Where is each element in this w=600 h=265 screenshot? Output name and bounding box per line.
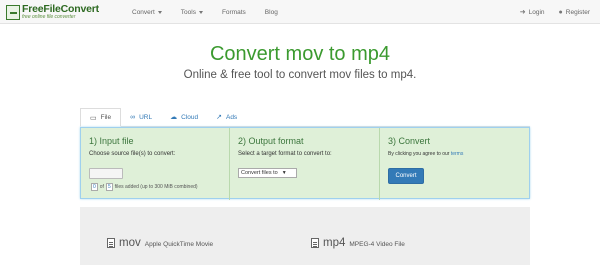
convert-button[interactable]: Convert	[388, 168, 424, 184]
source-format-ext: mov	[119, 237, 141, 249]
register-label: Register	[565, 8, 590, 16]
tab-ads-label: Ads	[225, 113, 238, 121]
source-format-desc: Apple QuickTime Movie	[144, 241, 214, 248]
output-format-value: Convert files to	[241, 170, 278, 176]
nav-blog-link[interactable]: Blog	[265, 9, 278, 16]
terms-link[interactable]: terms	[451, 151, 464, 157]
format-info-section: mov Apple QuickTime Movie mp4 MPEG-4 Vid…	[80, 207, 530, 265]
chevron-down-icon	[198, 10, 203, 14]
source-tabs: ▭ File ∞ URL ☁ Cloud ↗ Ads	[80, 108, 530, 127]
tab-file[interactable]: ▭ File	[80, 108, 122, 127]
dropdown-arrow-icon: ▼	[281, 170, 287, 176]
file-icon	[311, 238, 319, 248]
login-link[interactable]: ➜ Login	[519, 8, 545, 17]
site-logo[interactable]: FreeFileConvert free online file convert…	[6, 2, 99, 22]
file-chooser-button[interactable]	[89, 168, 123, 179]
logo-name: FreeFileConvert	[22, 2, 99, 15]
tab-cloud-label: Cloud	[181, 113, 199, 121]
file-count-current: 0	[91, 183, 98, 191]
chevron-down-icon	[157, 10, 162, 14]
tab-url-label: URL	[139, 113, 153, 121]
user-icon: ●	[558, 8, 563, 16]
output-format-step: 2) Output format Select a target format …	[229, 128, 379, 200]
login-label: Login	[528, 8, 545, 16]
file-count-of: of	[99, 184, 104, 190]
target-format-desc: MPEG-4 Video File	[349, 241, 405, 248]
tab-file-label: File	[100, 114, 112, 121]
output-format-select[interactable]: Convert files to ▼	[238, 168, 297, 178]
output-step-heading: 2) Output format	[238, 136, 304, 146]
monitor-icon: ▭	[90, 114, 97, 122]
nav-convert-menu[interactable]: Convert	[132, 9, 162, 16]
file-count-note: files added (up to 300 MiB combined)	[114, 184, 198, 190]
terms-prefix: By clicking you agree to our	[388, 151, 450, 157]
register-link[interactable]: ● Register	[559, 9, 590, 16]
nav-tools-label: Tools	[180, 8, 196, 16]
tab-cloud[interactable]: ☁ Cloud	[161, 108, 207, 126]
output-instruction: Select a target format to convert to:	[238, 151, 332, 157]
page-subtitle: Online & free tool to convert mov files …	[183, 69, 417, 81]
convert-step: 3) Convert By clicking you agree to our …	[379, 128, 529, 200]
terms-notice: By clicking you agree to our terms	[388, 151, 521, 157]
tab-ads[interactable]: ↗ Ads	[207, 108, 246, 126]
cloud-icon: ☁	[170, 114, 178, 121]
convert-step-heading: 3) Convert	[388, 136, 431, 146]
file-icon	[107, 238, 115, 248]
nav-formats-link[interactable]: Formats	[222, 9, 246, 16]
page-title: Convert mov to mp4	[209, 43, 391, 65]
target-format-ext: mp4	[323, 237, 346, 249]
logo-icon	[6, 4, 20, 20]
input-instruction: Choose source file(s) to convert:	[89, 151, 176, 157]
external-link-icon: ↗	[216, 114, 222, 121]
input-step-heading: 1) Input file	[89, 136, 134, 146]
target-format: mp4 MPEG-4 Video File	[311, 237, 405, 249]
file-count: 0 of 5 files added (up to 300 MiB combin…	[89, 183, 198, 191]
top-navbar: FreeFileConvert free online file convert…	[0, 0, 600, 24]
file-count-max: 5	[105, 183, 113, 191]
nav-convert-label: Convert	[132, 8, 155, 16]
link-icon: ∞	[130, 113, 136, 121]
login-icon: ➜	[519, 9, 526, 16]
tab-url[interactable]: ∞ URL	[121, 108, 161, 126]
source-format: mov Apple QuickTime Movie	[107, 237, 213, 249]
input-file-step: 1) Input file Choose source file(s) to c…	[81, 128, 229, 200]
logo-tagline: free online file converter	[22, 14, 76, 21]
nav-tools-menu[interactable]: Tools	[181, 9, 203, 16]
converter-panel: 1) Input file Choose source file(s) to c…	[80, 127, 530, 200]
